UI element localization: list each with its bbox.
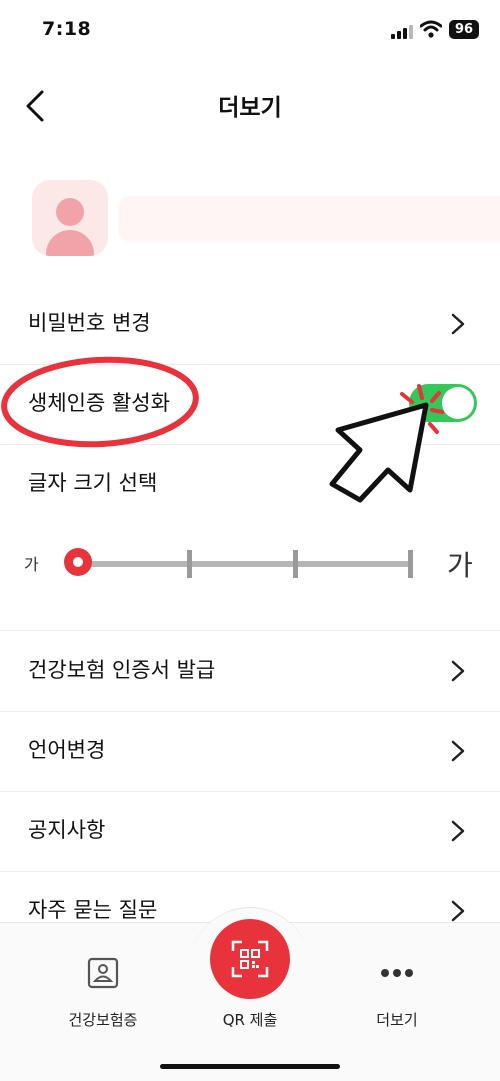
menu-item-label: 건강보험 인증서 발급	[28, 658, 216, 682]
avatar	[32, 180, 108, 256]
slider-tick	[293, 550, 298, 578]
chevron-right-icon	[451, 660, 465, 682]
large-font-label: 가	[447, 549, 473, 582]
battery-indicator: 96	[449, 20, 479, 39]
chevron-right-icon	[451, 740, 465, 762]
small-font-label: 가	[24, 555, 39, 574]
menu-item-label: 자주 묻는 질문	[28, 898, 158, 922]
page-title: 더보기	[218, 95, 282, 121]
slider-tick	[187, 550, 192, 578]
menu-item-label: 비밀번호 변경	[28, 311, 151, 335]
menu-item-label: 공지사항	[28, 818, 106, 842]
menu-item-label: 언어변경	[28, 738, 106, 762]
wifi-icon	[420, 20, 442, 38]
status-bar: 7:18 96	[0, 0, 500, 62]
menu-item-password[interactable]: 비밀번호 변경	[0, 284, 500, 365]
cellular-signal-icon	[391, 23, 415, 39]
tab-health-card[interactable]: 건강보험증	[43, 923, 163, 1033]
toggle-knob	[442, 387, 474, 419]
status-time: 7:18	[42, 18, 92, 40]
qr-submit-button[interactable]	[210, 919, 290, 999]
more-dots-icon	[381, 969, 413, 977]
user-name-placeholder	[118, 196, 500, 242]
font-size-slider[interactable]: 가 가	[0, 530, 500, 600]
tab-label: 건강보험증	[68, 1011, 138, 1029]
tab-label: 더보기	[376, 1011, 418, 1029]
bottom-tab-bar: 건강보험증 QR 제출 더보기	[0, 907, 500, 1081]
font-size-label: 글자 크기 선택	[28, 471, 158, 495]
chevron-right-icon	[451, 900, 465, 922]
menu-item-language[interactable]: 언어변경	[0, 711, 500, 792]
chevron-right-icon	[451, 820, 465, 842]
avatar-head	[56, 198, 84, 226]
qr-code-icon	[231, 940, 269, 978]
id-card-icon	[87, 957, 119, 989]
profile-card	[0, 176, 500, 262]
nav-header: 더보기	[0, 62, 500, 148]
slider-thumb[interactable]	[64, 548, 92, 576]
biometric-toggle[interactable]	[409, 384, 477, 422]
slider-tick	[408, 550, 413, 578]
menu-item-certificate[interactable]: 건강보험 인증서 발급	[0, 631, 500, 712]
avatar-body	[46, 230, 94, 256]
tab-qr-submit[interactable]: QR 제출	[190, 919, 310, 1033]
menu-item-notice[interactable]: 공지사항	[0, 791, 500, 872]
chevron-right-icon	[451, 313, 465, 335]
tab-more[interactable]: 더보기	[337, 923, 457, 1033]
tab-label: QR 제출	[222, 1011, 278, 1029]
menu-item-label: 생체인증 활성화	[28, 391, 170, 415]
home-indicator	[160, 1064, 340, 1069]
slider-track[interactable]	[78, 561, 412, 567]
